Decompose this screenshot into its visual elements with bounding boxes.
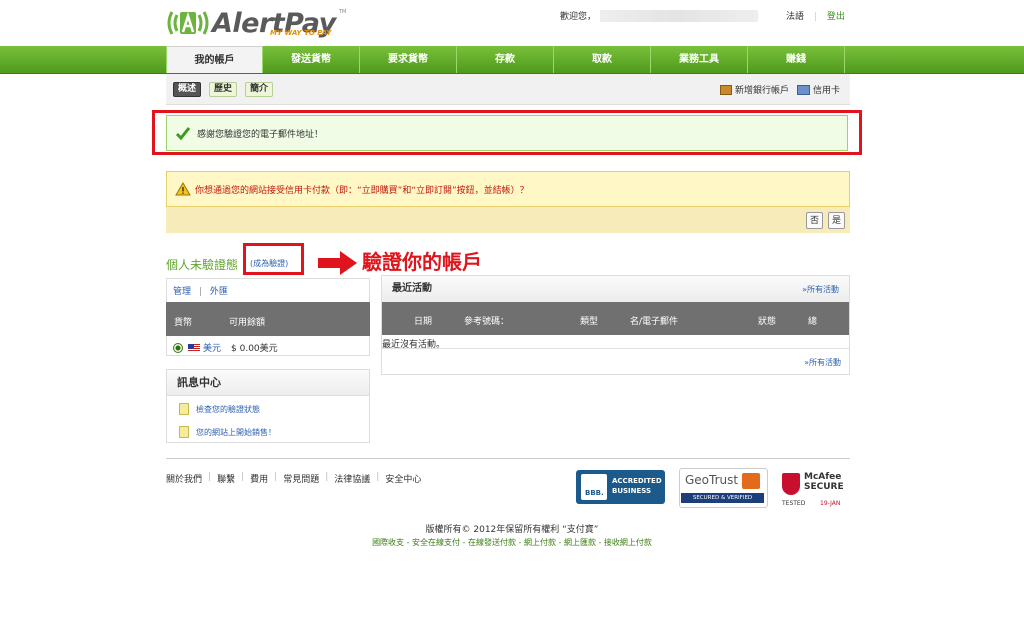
note-icon bbox=[179, 426, 189, 438]
separator: | bbox=[376, 472, 380, 482]
all-activity-link-bottom[interactable]: »所有活動 bbox=[804, 357, 841, 368]
highlight-box bbox=[243, 243, 304, 275]
welcome-text: 歡迎您， bbox=[560, 9, 759, 22]
credit-card-icon bbox=[796, 84, 810, 95]
bank-icon bbox=[719, 84, 732, 95]
bbb-text: ACCREDITED BUSINESS bbox=[612, 477, 662, 495]
mcafee-date: 19-JAN bbox=[820, 500, 841, 507]
nav-my-account[interactable]: 我的帳戶 bbox=[166, 46, 263, 73]
footer-divider bbox=[166, 458, 850, 459]
currency-radio[interactable] bbox=[173, 342, 183, 353]
col-status: 狀態 bbox=[758, 317, 777, 327]
separator: | bbox=[241, 472, 245, 482]
add-bank-account-link[interactable]: 新增銀行帳戶 bbox=[735, 83, 789, 96]
tab-overview[interactable]: 概述 bbox=[173, 82, 202, 97]
col-date: 日期 bbox=[414, 317, 433, 327]
no-button[interactable]: 否 bbox=[806, 212, 823, 229]
arrow-right-icon bbox=[318, 251, 357, 275]
bbb-badge[interactable]: BBB. ACCREDITED BUSINESS bbox=[576, 470, 665, 504]
separator: | bbox=[325, 472, 329, 482]
nav-request-money[interactable]: 要求貨幣 bbox=[360, 46, 457, 73]
warning-notice: 你想通過您的網站接受信用卡付款（即：“立即購買”和“立即訂閱”按鈕，並結帳）？ bbox=[166, 171, 850, 207]
manage-link[interactable]: 管理 bbox=[173, 287, 191, 297]
warning-actions bbox=[166, 207, 850, 233]
geotrust-badge[interactable]: GeoTrust SECURED & VERIFIED bbox=[679, 468, 768, 508]
activity-header: 日期 參考號碼： 類型 名/電子郵件 狀態 總 bbox=[382, 302, 849, 335]
welcome-label: 歡迎您， bbox=[560, 12, 597, 22]
message-link[interactable]: 檢查您的驗證狀態 bbox=[196, 404, 260, 415]
message-center: 訊息中心 檢查您的驗證狀態 您的網站上開始銷售！ bbox=[166, 369, 370, 443]
col-name-email: 名/電子郵件 bbox=[630, 317, 679, 327]
divider bbox=[382, 348, 849, 349]
recent-activity-title: 最近活動 bbox=[382, 276, 849, 302]
footer-legal[interactable]: 法律協議 bbox=[334, 472, 370, 485]
copyright: 版權所有© 2012年保留所有權利 “支付寶” bbox=[425, 525, 599, 535]
mcafee-shield-icon bbox=[782, 473, 800, 495]
balance-row: 美元 $ 0.00美元 bbox=[173, 341, 278, 354]
geotrust-name: GeoTrust bbox=[685, 473, 739, 487]
tab-profile[interactable]: 簡介 bbox=[245, 82, 274, 97]
us-flag-icon bbox=[188, 343, 200, 352]
sub-nav: 概述 歷史 簡介 新增銀行帳戶 信用卡 bbox=[166, 74, 850, 105]
footer-about[interactable]: 關於我們 bbox=[166, 472, 202, 485]
nav-deposit[interactable]: 存款 bbox=[457, 46, 554, 73]
nav-business-tools[interactable]: 業務工具 bbox=[651, 46, 748, 73]
mcafee-badge[interactable]: McAfee SECURE TESTED 19-JAN bbox=[782, 470, 852, 508]
footer-fees[interactable]: 費用 bbox=[250, 472, 268, 485]
recent-activity-panel: 最近活動 »所有活動 日期 參考號碼： 類型 名/電子郵件 狀態 總 最近沒有活… bbox=[381, 275, 850, 375]
highlight-box bbox=[152, 110, 862, 155]
separator: | bbox=[198, 287, 202, 297]
credit-card-link[interactable]: 信用卡 bbox=[813, 83, 840, 96]
verification-status: 個人未驗證態 bbox=[166, 258, 239, 272]
mcafee-tested: TESTED bbox=[782, 500, 806, 507]
language-link[interactable]: 法語 bbox=[786, 12, 804, 22]
nav-earn-money[interactable]: 賺錢 bbox=[748, 46, 845, 73]
col-reference: 參考號碼： bbox=[464, 317, 510, 327]
footer-faq[interactable]: 常見問題 bbox=[283, 472, 319, 485]
balance-header: 貨幣 可用餘額 bbox=[166, 302, 370, 336]
message-center-title: 訊息中心 bbox=[167, 370, 369, 396]
tab-history[interactable]: 歷史 bbox=[209, 82, 238, 97]
col-available: 可用餘額 bbox=[229, 318, 266, 328]
warning-icon bbox=[175, 182, 191, 196]
col-type: 類型 bbox=[580, 317, 599, 327]
separator: | bbox=[813, 12, 817, 22]
sub-nav-links: 新增銀行帳戶 信用卡 bbox=[719, 83, 840, 96]
currency-link[interactable]: 美元 bbox=[203, 341, 221, 354]
geotrust-logo-icon bbox=[742, 473, 760, 489]
exchange-link[interactable]: 外匯 bbox=[210, 287, 228, 297]
main-nav: 我的帳戶 發送貨幣 要求貨幣 存款 取款 業務工具 賺錢 bbox=[166, 46, 845, 73]
balance-amount: $ 0.00美元 bbox=[231, 344, 278, 354]
trademark: TM bbox=[339, 9, 347, 15]
nav-send-money[interactable]: 發送貨幣 bbox=[263, 46, 360, 73]
footer-contact[interactable]: 聯繫 bbox=[217, 472, 235, 485]
logout-link[interactable]: 登出 bbox=[827, 12, 845, 22]
brand-tagline: MY WAY TO PAY bbox=[270, 29, 332, 37]
message-item[interactable]: 檢查您的驗證狀態 bbox=[179, 403, 260, 415]
footer-bottom-links[interactable]: 國際收支 - 安全在線支付 - 在線發送付款 - 網上付款 - 網上匯款 - 接… bbox=[0, 537, 1024, 548]
balance-links: 管理 | 外匯 bbox=[173, 284, 228, 297]
message-link[interactable]: 您的網站上開始銷售！ bbox=[196, 427, 276, 438]
footer-security[interactable]: 安全中心 bbox=[385, 472, 421, 485]
all-activity-link[interactable]: »所有活動 bbox=[802, 284, 839, 295]
geotrust-subtitle: SECURED & VERIFIED bbox=[681, 493, 764, 503]
col-total: 總 bbox=[808, 317, 818, 327]
message-item[interactable]: 您的網站上開始銷售！ bbox=[179, 426, 276, 438]
separator: | bbox=[274, 472, 278, 482]
mcafee-name: McAfee SECURE bbox=[804, 472, 844, 492]
redacted-username bbox=[600, 9, 759, 22]
logo-signal-icon bbox=[167, 11, 209, 35]
top-links: 法語 | 登出 bbox=[786, 9, 845, 22]
bbb-logo-icon: BBB. bbox=[581, 474, 607, 500]
footer-links: 關於我們 | 聯繫 | 費用 | 常見問題 | 法律協議 | 安全中心 bbox=[166, 472, 421, 485]
yes-button[interactable]: 是 bbox=[828, 212, 845, 229]
note-icon bbox=[179, 403, 189, 415]
col-currency: 貨幣 bbox=[174, 318, 193, 328]
balances-panel: 管理 | 外匯 貨幣 可用餘額 美元 $ 0.00美元 bbox=[166, 278, 370, 356]
warning-message: 你想通過您的網站接受信用卡付款（即：“立即購買”和“立即訂閱”按鈕，並結帳）？ bbox=[195, 185, 529, 196]
annotation-text: 驗證你的帳戶 bbox=[362, 250, 482, 274]
separator: | bbox=[208, 472, 212, 482]
nav-withdraw[interactable]: 取款 bbox=[554, 46, 651, 73]
